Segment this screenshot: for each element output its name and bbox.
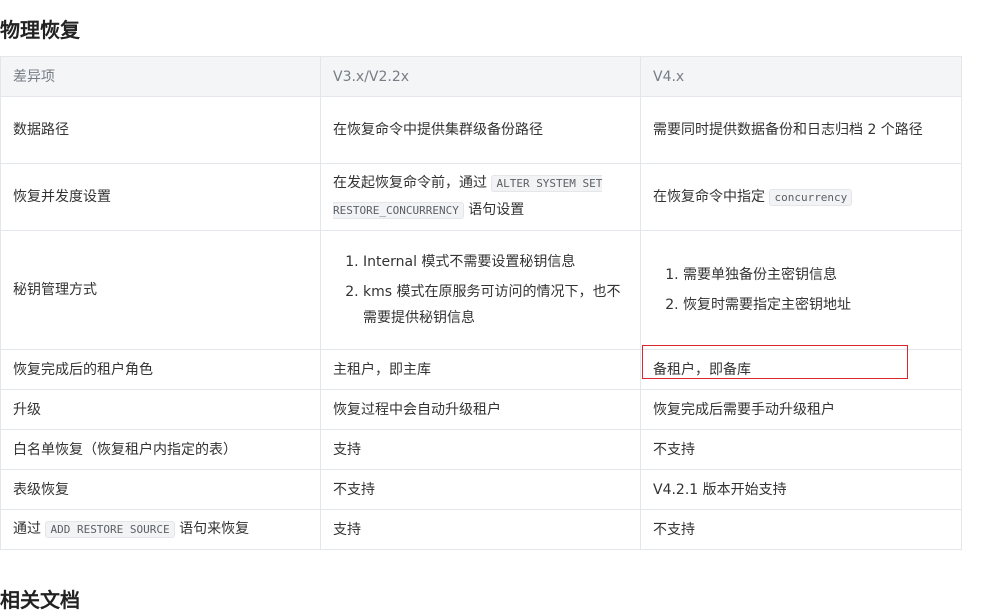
list-item: Internal 模式不需要设置秘钥信息 [363, 247, 628, 277]
header-v4: V4.x [640, 56, 962, 97]
table-row: 升级 恢复过程中会自动升级租户 恢复完成后需要手动升级租户 [0, 389, 962, 430]
list-item: 恢复时需要指定主密钥地址 [683, 290, 949, 320]
cell-text: 语句来恢复 [179, 521, 250, 537]
cell-v4: 不支持 [640, 509, 962, 550]
table-row: 通过 ADD RESTORE SOURCE 语句来恢复 支持 不支持 [0, 509, 962, 550]
cell-item: 通过 ADD RESTORE SOURCE 语句来恢复 [0, 509, 321, 550]
header-v3: V3.x/V2.2x [320, 56, 641, 97]
cell-v3: Internal 模式不需要设置秘钥信息 kms 模式在原服务可访问的情况下，也… [320, 230, 641, 350]
inline-code: ADD RESTORE SOURCE [45, 521, 175, 538]
ordered-list: 需要单独备份主密钥信息 恢复时需要指定主密钥地址 [653, 260, 949, 320]
list-item: 需要单独备份主密钥信息 [683, 260, 949, 290]
cell-item: 恢复完成后的租户角色 [0, 349, 321, 390]
inline-code: concurrency [769, 188, 853, 206]
table-row: 表级恢复 不支持 V4.2.1 版本开始支持 [0, 469, 962, 510]
cell-v3: 恢复过程中会自动升级租户 [320, 389, 641, 430]
table-row: 白名单恢复（恢复租户内指定的表） 支持 不支持 [0, 429, 962, 470]
cell-text: 在发起恢复命令前，通过 [333, 175, 487, 191]
cell-v4: 不支持 [640, 429, 962, 470]
cell-text: 语句设置 [468, 202, 525, 218]
table-row: 数据路径 在恢复命令中提供集群级备份路径 需要同时提供数据备份和日志归档 2 个… [0, 96, 962, 164]
cell-v4: 需要同时提供数据备份和日志归档 2 个路径 [640, 96, 962, 164]
highlight-box [642, 345, 908, 379]
comparison-table: 差异项 V3.x/V2.2x V4.x 数据路径 在恢复命令中提供集群级备份路径… [0, 56, 962, 550]
next-section-title: 相关文档 [0, 588, 80, 612]
cell-text: 通过 [13, 521, 41, 537]
cell-item: 数据路径 [0, 96, 321, 164]
cell-v3: 主租户，即主库 [320, 349, 641, 390]
cell-v4: 在恢复命令中指定 concurrency [640, 163, 962, 231]
section-title: 物理恢复 [0, 18, 80, 42]
table-row: 恢复并发度设置 在发起恢复命令前，通过 ALTER SYSTEM SET RES… [0, 163, 962, 231]
ordered-list: Internal 模式不需要设置秘钥信息 kms 模式在原服务可访问的情况下，也… [333, 247, 628, 333]
table-row: 秘钥管理方式 Internal 模式不需要设置秘钥信息 kms 模式在原服务可访… [0, 230, 962, 350]
cell-v3: 不支持 [320, 469, 641, 510]
cell-v4: 需要单独备份主密钥信息 恢复时需要指定主密钥地址 [640, 230, 962, 350]
cell-v4: V4.2.1 版本开始支持 [640, 469, 962, 510]
cell-item: 表级恢复 [0, 469, 321, 510]
table-header-row: 差异项 V3.x/V2.2x V4.x [0, 56, 962, 97]
cell-item: 升级 [0, 389, 321, 430]
header-item: 差异项 [0, 56, 321, 97]
cell-item: 秘钥管理方式 [0, 230, 321, 350]
cell-v3: 在恢复命令中提供集群级备份路径 [320, 96, 641, 164]
list-item: kms 模式在原服务可访问的情况下，也不需要提供秘钥信息 [363, 277, 628, 333]
cell-v4: 恢复完成后需要手动升级租户 [640, 389, 962, 430]
cell-v3: 在发起恢复命令前，通过 ALTER SYSTEM SET RESTORE_CON… [320, 163, 641, 231]
cell-item: 恢复并发度设置 [0, 163, 321, 231]
cell-text: 在恢复命令中指定 [653, 188, 765, 205]
cell-item: 白名单恢复（恢复租户内指定的表） [0, 429, 321, 470]
cell-v3: 支持 [320, 509, 641, 550]
cell-v3: 支持 [320, 429, 641, 470]
